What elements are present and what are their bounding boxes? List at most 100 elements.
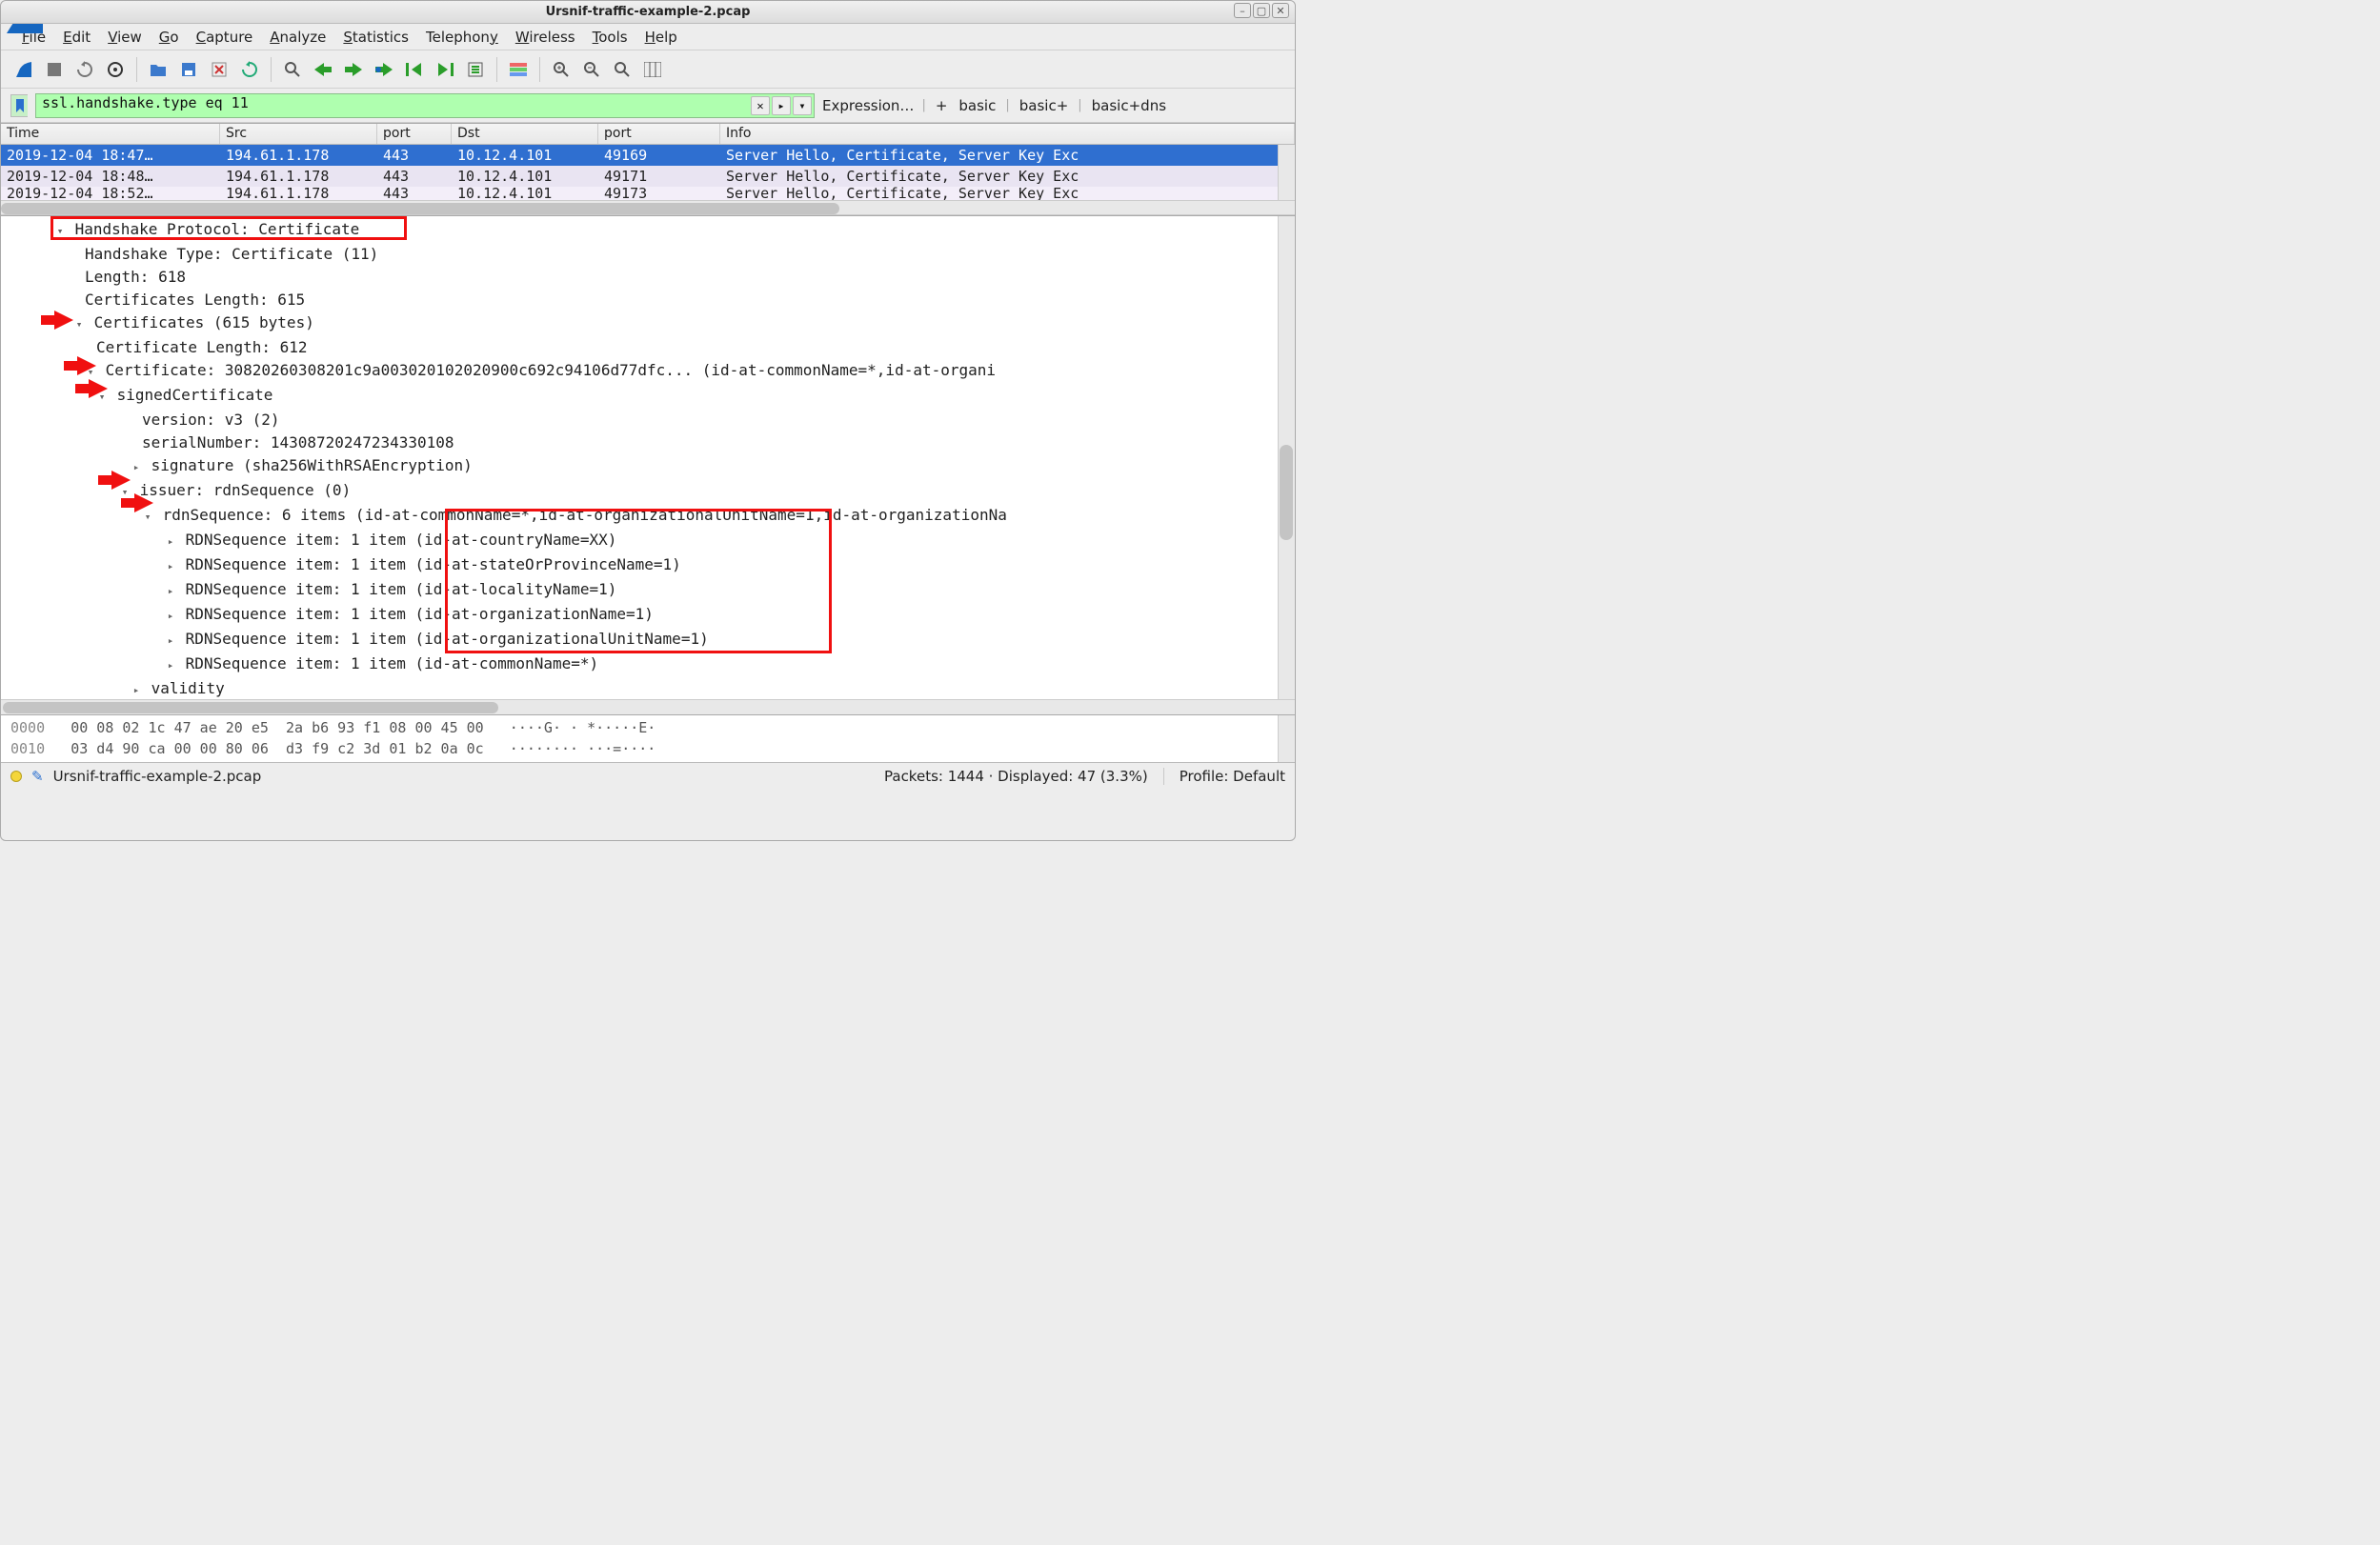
tree-length[interactable]: Length: 618: [1, 266, 1295, 289]
tree-rdnsequence[interactable]: rdnSequence: 6 items (id-at-commonName=*…: [1, 504, 1295, 529]
tree-serialnumber[interactable]: serialNumber: 14308720247234330108: [1, 431, 1295, 454]
filter-bookmark-icon[interactable]: [10, 94, 28, 117]
hex-vscrollbar[interactable]: [1278, 715, 1295, 762]
filter-dropdown-icon[interactable]: ▾: [793, 96, 812, 115]
filter-basicdns-button[interactable]: basic+dns: [1090, 95, 1168, 116]
tree-signedcertificate[interactable]: signedCertificate: [1, 384, 1295, 409]
filter-plus-button[interactable]: +: [934, 95, 950, 116]
tree-certificates[interactable]: Certificates (615 bytes): [1, 311, 1295, 336]
go-first-icon[interactable]: [401, 56, 428, 83]
maximize-button[interactable]: ▢: [1253, 3, 1270, 18]
menu-telephony[interactable]: Telephony: [426, 29, 498, 46]
menu-analyze[interactable]: Analyze: [270, 29, 326, 46]
annotation-arrow-icon: [77, 356, 96, 375]
colorize-icon[interactable]: [505, 56, 532, 83]
go-last-icon[interactable]: [432, 56, 458, 83]
hex-ascii: ········ ···=····: [510, 740, 656, 757]
capture-file-properties-icon[interactable]: ✎: [31, 768, 44, 785]
packet-list-header: Time Src port Dst port Info: [1, 124, 1295, 145]
column-dport[interactable]: port: [598, 124, 720, 144]
filter-basicplus-button[interactable]: basic+: [1018, 95, 1071, 116]
go-back-icon[interactable]: [310, 56, 336, 83]
packet-details-pane: Handshake Protocol: Certificate Handshak…: [1, 215, 1295, 714]
tree-rdn-item[interactable]: RDNSequence item: 1 item (id-at-organiza…: [1, 628, 1295, 652]
menu-capture[interactable]: Capture: [196, 29, 253, 46]
status-profile[interactable]: Profile: Default: [1180, 768, 1285, 785]
status-file: Ursnif-traffic-example-2.pcap: [53, 768, 262, 785]
menu-edit[interactable]: Edit: [63, 29, 91, 46]
titlebar: Ursnif-traffic-example-2.pcap – ▢ ✕: [1, 1, 1295, 24]
tree-certificates-length[interactable]: Certificates Length: 615: [1, 289, 1295, 311]
column-info[interactable]: Info: [720, 124, 1295, 144]
tree-signature[interactable]: signature (sha256WithRSAEncryption): [1, 454, 1295, 479]
zoom-reset-icon[interactable]: [609, 56, 635, 83]
go-to-packet-icon[interactable]: [371, 56, 397, 83]
menu-wireless[interactable]: Wireless: [515, 29, 575, 46]
column-sport[interactable]: port: [377, 124, 452, 144]
expression-button[interactable]: Expression…: [822, 97, 914, 114]
resize-columns-icon[interactable]: [639, 56, 666, 83]
packet-row[interactable]: 2019-12-04 18:52… 194.61.1.178 443 10.12…: [1, 187, 1295, 200]
menu-tools[interactable]: Tools: [593, 29, 628, 46]
display-filter-input[interactable]: ssl.handshake.type eq 11 ✕ ▸ ▾: [35, 93, 815, 118]
packet-list-pane: Time Src port Dst port Info 2019-12-04 1…: [1, 123, 1295, 215]
filter-clear-icon[interactable]: ✕: [751, 96, 770, 115]
auto-scroll-icon[interactable]: [462, 56, 489, 83]
expert-info-icon[interactable]: [10, 771, 22, 782]
reload-file-icon[interactable]: [236, 56, 263, 83]
packet-list-hscrollbar[interactable]: [1, 200, 1295, 215]
save-file-icon[interactable]: [175, 56, 202, 83]
hex-offset: 0000: [10, 719, 45, 736]
menu-help[interactable]: Help: [645, 29, 677, 46]
tree-rdn-item[interactable]: RDNSequence item: 1 item (id-at-organiza…: [1, 603, 1295, 628]
stop-capture-icon[interactable]: [41, 56, 68, 83]
tree-handshake-protocol[interactable]: Handshake Protocol: Certificate: [1, 218, 1295, 243]
restart-capture-icon[interactable]: [71, 56, 98, 83]
menubar: File Edit View Go Capture Analyze Statis…: [1, 24, 1295, 50]
capture-options-icon[interactable]: [102, 56, 129, 83]
zoom-out-icon[interactable]: [578, 56, 605, 83]
close-button[interactable]: ✕: [1272, 3, 1289, 18]
annotation-arrow-icon: [54, 311, 73, 330]
menu-go[interactable]: Go: [159, 29, 179, 46]
tree-certificate-length[interactable]: Certificate Length: 612: [1, 336, 1295, 359]
minimize-button[interactable]: –: [1234, 3, 1251, 18]
display-filter-text: ssl.handshake.type eq 11: [42, 94, 249, 111]
column-dst[interactable]: Dst: [452, 124, 598, 144]
hex-bytes: 03 d4 90 ca 00 00 80 06 d3 f9 c2 3d 01 b…: [71, 740, 483, 757]
window-title: Ursnif-traffic-example-2.pcap: [1, 5, 1295, 19]
tree-handshake-type[interactable]: Handshake Type: Certificate (11): [1, 243, 1295, 266]
annotation-arrow-icon: [111, 471, 131, 490]
status-bar: ✎ Ursnif-traffic-example-2.pcap Packets:…: [1, 762, 1295, 789]
tree-rdn-item[interactable]: RDNSequence item: 1 item (id-at-countryN…: [1, 529, 1295, 553]
filter-basic-button[interactable]: basic: [957, 95, 998, 116]
filter-apply-icon[interactable]: ▸: [772, 96, 791, 115]
filter-bar: ssl.handshake.type eq 11 ✕ ▸ ▾ Expressio…: [1, 89, 1295, 123]
packet-list-vscrollbar[interactable]: [1278, 145, 1295, 200]
tree-version[interactable]: version: v3 (2): [1, 409, 1295, 431]
tree-rdn-item[interactable]: RDNSequence item: 1 item (id-at-locality…: [1, 578, 1295, 603]
packet-row[interactable]: 2019-12-04 18:47… 194.61.1.178 443 10.12…: [1, 145, 1295, 166]
column-time[interactable]: Time: [1, 124, 220, 144]
packet-row[interactable]: 2019-12-04 18:48… 194.61.1.178 443 10.12…: [1, 166, 1295, 187]
close-file-icon[interactable]: [206, 56, 232, 83]
column-src[interactable]: Src: [220, 124, 377, 144]
packet-bytes-pane[interactable]: 0000 00 08 02 1c 47 ae 20 e5 2a b6 93 f1…: [1, 714, 1295, 762]
tree-rdn-item[interactable]: RDNSequence item: 1 item (id-at-commonNa…: [1, 652, 1295, 677]
tree-rdn-item[interactable]: RDNSequence item: 1 item (id-at-stateOrP…: [1, 553, 1295, 578]
hex-bytes: 00 08 02 1c 47 ae 20 e5 2a b6 93 f1 08 0…: [71, 719, 483, 736]
annotation-arrow-icon: [89, 379, 108, 398]
open-file-icon[interactable]: [145, 56, 171, 83]
details-vscrollbar[interactable]: [1278, 216, 1295, 699]
start-capture-icon[interactable]: [10, 56, 37, 83]
zoom-in-icon[interactable]: [548, 56, 575, 83]
hex-offset: 0010: [10, 740, 45, 757]
status-packets: Packets: 1444 · Displayed: 47 (3.3%): [884, 768, 1148, 785]
find-packet-icon[interactable]: [279, 56, 306, 83]
menu-view[interactable]: View: [108, 29, 142, 46]
tree-certificate[interactable]: Certificate: 30820260308201c9a0030201020…: [1, 359, 1295, 384]
tree-issuer[interactable]: issuer: rdnSequence (0): [1, 479, 1295, 504]
details-hscrollbar[interactable]: [1, 699, 1295, 714]
go-forward-icon[interactable]: [340, 56, 367, 83]
menu-statistics[interactable]: Statistics: [343, 29, 409, 46]
